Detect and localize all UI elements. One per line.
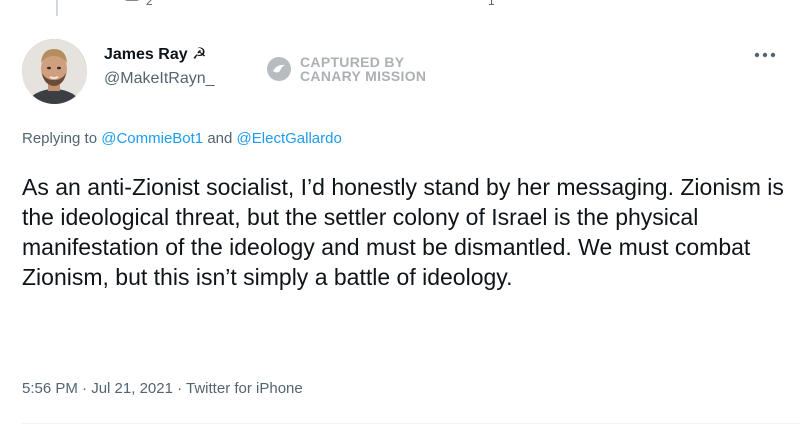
canary-mission-watermark: CAPTURED BY CANARY MISSION — [266, 53, 426, 85]
mention-link-commiebot1[interactable]: @CommieBot1 — [101, 130, 203, 147]
replying-joiner: and — [203, 130, 237, 147]
reply-count: 2 — [146, 0, 153, 8]
share-icon[interactable] — [650, 0, 670, 6]
retweet-icon[interactable] — [288, 0, 308, 6]
watermark-line-2: CANARY MISSION — [300, 68, 427, 84]
avatar[interactable] — [22, 39, 87, 104]
more-options-icon[interactable] — [752, 48, 778, 62]
like-icon[interactable] — [462, 0, 482, 6]
replying-prefix: Replying to — [22, 130, 102, 147]
tweet-date[interactable]: Jul 21, 2021 — [91, 380, 173, 397]
thread-line — [56, 0, 58, 16]
watermark-line-1: CAPTURED BY — [300, 54, 405, 70]
canary-logo-icon — [267, 57, 291, 81]
like-count: 1 — [488, 0, 495, 8]
replying-to-line: Replying to @CommieBot1 and @ElectGallar… — [22, 130, 342, 147]
reply-icon[interactable] — [122, 0, 142, 6]
meta-separator: · — [77, 380, 92, 397]
mention-link-electgallardo[interactable]: @ElectGallardo — [237, 130, 342, 147]
tweet-text: As an anti-Zionist socialist, I’d honest… — [22, 174, 784, 290]
previous-tweet-action-bar: 2 1 — [0, 0, 800, 16]
tweet-metadata: 5:56 PM · Jul 21, 2021 · Twitter for iPh… — [22, 380, 303, 397]
tweet-time[interactable]: 5:56 PM — [22, 380, 78, 397]
meta-separator: · — [172, 380, 187, 397]
tweet-source[interactable]: Twitter for iPhone — [186, 380, 303, 397]
display-name[interactable]: James Ray ☭ — [104, 44, 206, 64]
user-handle[interactable]: @MakeItRayn_ — [104, 70, 215, 88]
divider — [22, 423, 800, 424]
tweet-page: 2 1 James Ray ☭ @MakeItRayn_ CAPTURED BY… — [0, 0, 800, 426]
